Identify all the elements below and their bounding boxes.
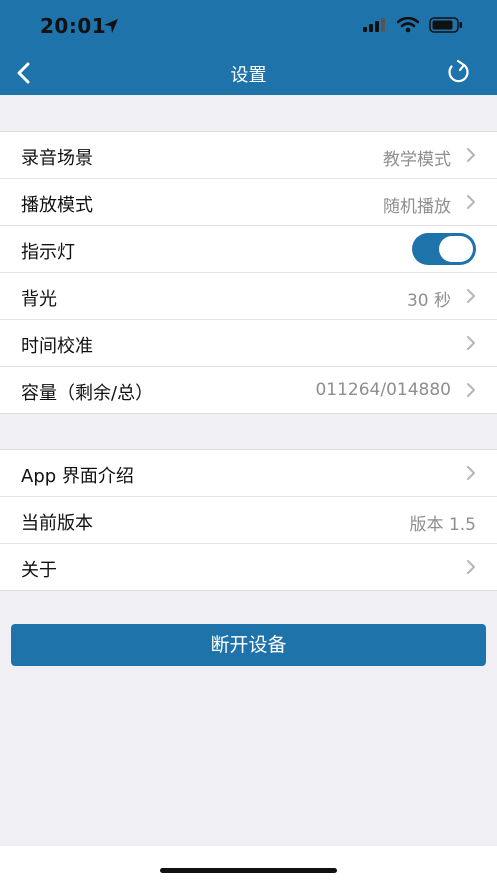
row-play-mode[interactable]: 播放模式 随机播放 <box>0 179 497 226</box>
bottom-safe-area <box>0 846 497 883</box>
status-bar: 20:01 <box>0 0 497 52</box>
row-label: 当前版本 <box>21 513 93 534</box>
settings-group-app: App 界面介绍 当前版本 版本 1.5 关于 <box>0 449 497 591</box>
row-indicator-light: 指示灯 <box>0 226 497 273</box>
row-value: 30 秒 <box>406 291 451 311</box>
nav-bar: 设置 <box>0 52 497 95</box>
row-app-intro[interactable]: App 界面介绍 <box>0 450 497 497</box>
row-value: 随机播放 <box>383 197 451 217</box>
row-value: 011264/014880 <box>315 380 451 400</box>
location-arrow-icon <box>104 19 118 33</box>
row-value: 版本 1.5 <box>409 515 476 535</box>
signal-icon <box>363 18 385 32</box>
row-label: 关于 <box>21 560 57 581</box>
header: 20:01 设置 <box>0 0 497 95</box>
row-current-version: 当前版本 版本 1.5 <box>0 497 497 544</box>
chevron-right-icon <box>467 383 475 397</box>
row-label: App 界面介绍 <box>21 466 134 487</box>
row-label: 背光 <box>21 289 57 310</box>
refresh-icon <box>448 59 469 83</box>
row-value: 教学模式 <box>383 150 451 170</box>
row-label: 指示灯 <box>21 242 75 263</box>
status-time: 20:01 <box>40 14 107 38</box>
row-about[interactable]: 关于 <box>0 544 497 590</box>
row-label: 容量（剩余/总） <box>21 383 154 404</box>
indicator-light-toggle[interactable] <box>412 233 476 265</box>
row-label: 录音场景 <box>21 148 93 169</box>
chevron-right-icon <box>467 560 475 574</box>
battery-icon <box>429 17 462 33</box>
chevron-right-icon <box>467 289 475 303</box>
row-recording-scene[interactable]: 录音场景 教学模式 <box>0 132 497 179</box>
chevron-right-icon <box>467 195 475 209</box>
row-capacity[interactable]: 容量（剩余/总） 011264/014880 <box>0 367 497 413</box>
row-time-calibration[interactable]: 时间校准 <box>0 320 497 367</box>
row-backlight[interactable]: 背光 30 秒 <box>0 273 497 320</box>
wifi-icon <box>397 17 419 33</box>
chevron-right-icon <box>467 336 475 350</box>
settings-group-device: 录音场景 教学模式 播放模式 随机播放 指示灯 背光 30 秒 时间校准 容量（… <box>0 131 497 414</box>
page-title: 设置 <box>230 65 267 86</box>
home-indicator <box>160 868 337 873</box>
chevron-right-icon <box>467 148 475 162</box>
toggle-knob <box>439 236 473 262</box>
status-icons <box>363 17 463 33</box>
row-label: 播放模式 <box>21 195 93 216</box>
refresh-button[interactable] <box>441 55 475 89</box>
row-label: 时间校准 <box>21 336 93 357</box>
disconnect-device-button[interactable]: 断开设备 <box>11 624 486 666</box>
chevron-right-icon <box>467 466 475 480</box>
